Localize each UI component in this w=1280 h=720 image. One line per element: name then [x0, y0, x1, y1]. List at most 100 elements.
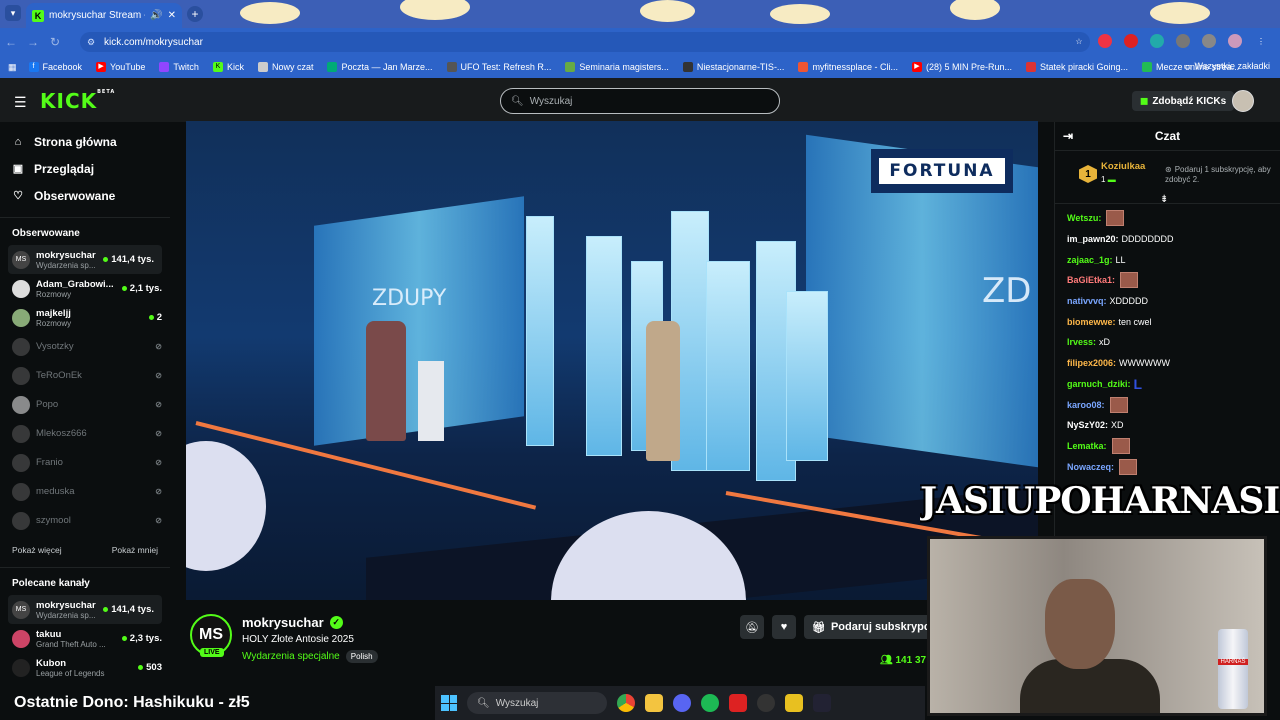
extension-icon[interactable]	[1124, 34, 1138, 48]
obs-icon[interactable]	[757, 694, 775, 712]
followed-channel-offline[interactable]: Vysotzky ⊘	[0, 332, 170, 361]
beer-can: HARNAŚ	[1218, 629, 1248, 709]
chat-username[interactable]: Wetszu:	[1067, 213, 1101, 223]
chat-username[interactable]: lrvess:	[1067, 337, 1096, 347]
offline-icon: ⊘	[155, 371, 162, 380]
recommended-channel[interactable]: Kubon League of Legends 503	[0, 653, 170, 682]
chat-text: LL	[1115, 254, 1126, 265]
presenter-right	[646, 321, 680, 461]
led-tower	[526, 216, 554, 446]
reload-icon[interactable]: ↻	[44, 35, 66, 49]
language-tag[interactable]: Polish	[345, 650, 378, 663]
new-tab-button[interactable]: +	[187, 6, 203, 22]
bookmark-myfitnessplace[interactable]: myfitnessplace - Cli...	[798, 62, 898, 72]
chat-username[interactable]: karoo08:	[1067, 400, 1105, 410]
apps-icon[interactable]: ▦	[8, 62, 17, 73]
puzzle-icon[interactable]	[1176, 34, 1190, 48]
chat-username[interactable]: nativvvq:	[1067, 296, 1107, 306]
bookmark-youtube[interactable]: ▶ YouTube	[96, 62, 145, 72]
verified-icon: ✓	[329, 616, 343, 629]
downloads-icon[interactable]	[1202, 34, 1216, 48]
nav-browse[interactable]: ▣ Przeglądaj	[0, 155, 170, 182]
profile-icon[interactable]	[1228, 34, 1242, 48]
extension-icon[interactable]	[1150, 34, 1164, 48]
chat-username[interactable]: zajaac_1g:	[1067, 255, 1113, 265]
app-icon[interactable]	[729, 694, 747, 712]
chat-username[interactable]: filipex2006:	[1067, 358, 1116, 368]
followed-channel-offline[interactable]: TeRoOnEk ⊘	[0, 361, 170, 390]
hamburger-menu-icon[interactable]: ☰	[14, 94, 27, 111]
sports-icon	[1142, 62, 1153, 72]
bookmark-new-chat[interactable]: Nowy czat	[257, 62, 313, 72]
chat-username[interactable]: Nowaczeq:	[1067, 462, 1114, 472]
followed-channel-offline[interactable]: Franio ⊘	[0, 448, 170, 477]
notes-icon[interactable]	[785, 694, 803, 712]
bookmark-kick[interactable]: K Kick	[212, 62, 244, 72]
bookmark-statek[interactable]: Statek piracki Going...	[1026, 62, 1128, 72]
close-tab-icon[interactable]: ✕	[168, 10, 176, 21]
chat-username[interactable]: NySzY02:	[1067, 420, 1108, 430]
video-player[interactable]: ZDUPY ZD FORTUNA	[186, 121, 1038, 600]
show-more-button[interactable]: Pokaż więcej	[12, 545, 62, 555]
bookmark-twitch[interactable]: Twitch	[159, 62, 199, 72]
tab-search-button[interactable]: ▾	[5, 5, 21, 21]
nav-following[interactable]: ♡ Obserwowane	[0, 182, 170, 209]
spotify-icon[interactable]	[701, 694, 719, 712]
chat-username[interactable]: im_pawn20:	[1067, 234, 1119, 244]
led-tower	[586, 236, 622, 456]
collapse-chat-icon[interactable]: ⇥	[1063, 129, 1073, 143]
chat-username[interactable]: BaGiEtka1:	[1067, 275, 1115, 285]
emote-icon	[1109, 396, 1128, 413]
adblock-extension-icon[interactable]	[1098, 34, 1112, 48]
recommended-channel[interactable]: MS mokrysuchar Wydarzenia sp... 141,4 tys…	[8, 595, 162, 624]
chat-username[interactable]: garnuch_dziki:	[1067, 379, 1131, 389]
followed-channel-offline[interactable]: Popo ⊘	[0, 390, 170, 419]
bookmark-ufo-test[interactable]: UFO Test: Refresh R...	[446, 62, 551, 72]
menu-dots-icon[interactable]: ⋮	[1254, 34, 1268, 48]
followed-channel-offline[interactable]: meduska ⊘	[0, 477, 170, 506]
bookmark-pre-run[interactable]: ▶ (28) 5 MIN Pre-Run...	[911, 62, 1012, 72]
follow-button[interactable]: ♥	[772, 615, 796, 639]
gift-subscription-button[interactable]: 🎁︎ Podaruj subskrypcję	[804, 615, 948, 639]
browser-tab[interactable]: K mokrysuchar Stream - Watch 🔊 ✕	[26, 3, 182, 28]
followed-channel[interactable]: Adam_Grabowi... Rozmowy 2,1 tys.	[0, 274, 170, 303]
notifications-off-button[interactable]: 🔕︎	[740, 615, 764, 639]
url-field[interactable]: ⚙ kick.com/mokrysuchar	[80, 32, 1090, 52]
all-bookmarks-folder[interactable]: ▭ Wszystkie zakładki	[1183, 61, 1270, 72]
bookmark-facebook[interactable]: f Facebook	[28, 62, 82, 72]
league-icon[interactable]	[813, 694, 831, 712]
back-icon[interactable]: ←	[0, 35, 22, 49]
nav-home[interactable]: ⌂ Strona główna	[0, 128, 170, 155]
chat-username[interactable]: Lematka:	[1067, 441, 1107, 451]
chrome-icon[interactable]	[617, 694, 635, 712]
windows-taskbar: 🔍︎ Wyszukaj	[435, 686, 925, 720]
bookmark-tis[interactable]: Niestacjonarne-TIS-...	[682, 62, 784, 72]
show-less-button[interactable]: Pokaż mniej	[112, 545, 158, 555]
bookmark-mail[interactable]: Poczta — Jan Marze...	[327, 62, 433, 72]
star-icon[interactable]: ☆	[1072, 34, 1086, 48]
followed-channel-offline[interactable]: szymool ⊘	[0, 506, 170, 535]
bookmark-seminars[interactable]: Seminaria magisters...	[565, 62, 669, 72]
file-explorer-icon[interactable]	[645, 694, 663, 712]
taskbar-search[interactable]: 🔍︎ Wyszukaj	[467, 692, 607, 714]
followed-channel[interactable]: majkeljj Rozmowy 2	[0, 303, 170, 332]
followed-channel-offline[interactable]: Mlekosz666 ⊘	[0, 419, 170, 448]
followed-channel[interactable]: MS mokrysuchar Wydarzenia sp... 141,4 tys…	[8, 245, 162, 274]
forward-icon[interactable]: →	[22, 35, 44, 49]
recommended-channel[interactable]: takuu Grand Theft Auto ... 2,3 tys.	[0, 624, 170, 653]
user-avatar[interactable]	[1232, 90, 1254, 112]
category-link[interactable]: Wydarzenia specjalne	[242, 651, 340, 662]
kick-logo[interactable]: KICKBETA	[40, 89, 115, 113]
streamer-name[interactable]: mokrysuchar ✓	[242, 615, 343, 630]
speaker-icon[interactable]: 🔊	[150, 10, 162, 21]
chat-username[interactable]: biomewwe:	[1067, 317, 1116, 327]
get-kicks-button[interactable]: ◼ Zdobądź KICKs	[1132, 91, 1235, 111]
search-input[interactable]: 🔍︎ Wyszukaj	[500, 88, 780, 114]
discord-icon[interactable]	[673, 694, 691, 712]
windows-start-icon[interactable]	[441, 695, 457, 711]
webcam-overlay: HARNAŚ	[927, 536, 1267, 716]
chevron-down-icon[interactable]: ⇟	[1160, 194, 1168, 205]
site-info-icon[interactable]: ⚙	[87, 37, 95, 48]
search-icon: 🔍︎	[477, 697, 490, 709]
chat-message: garnuch_dziki: L	[1067, 374, 1277, 395]
